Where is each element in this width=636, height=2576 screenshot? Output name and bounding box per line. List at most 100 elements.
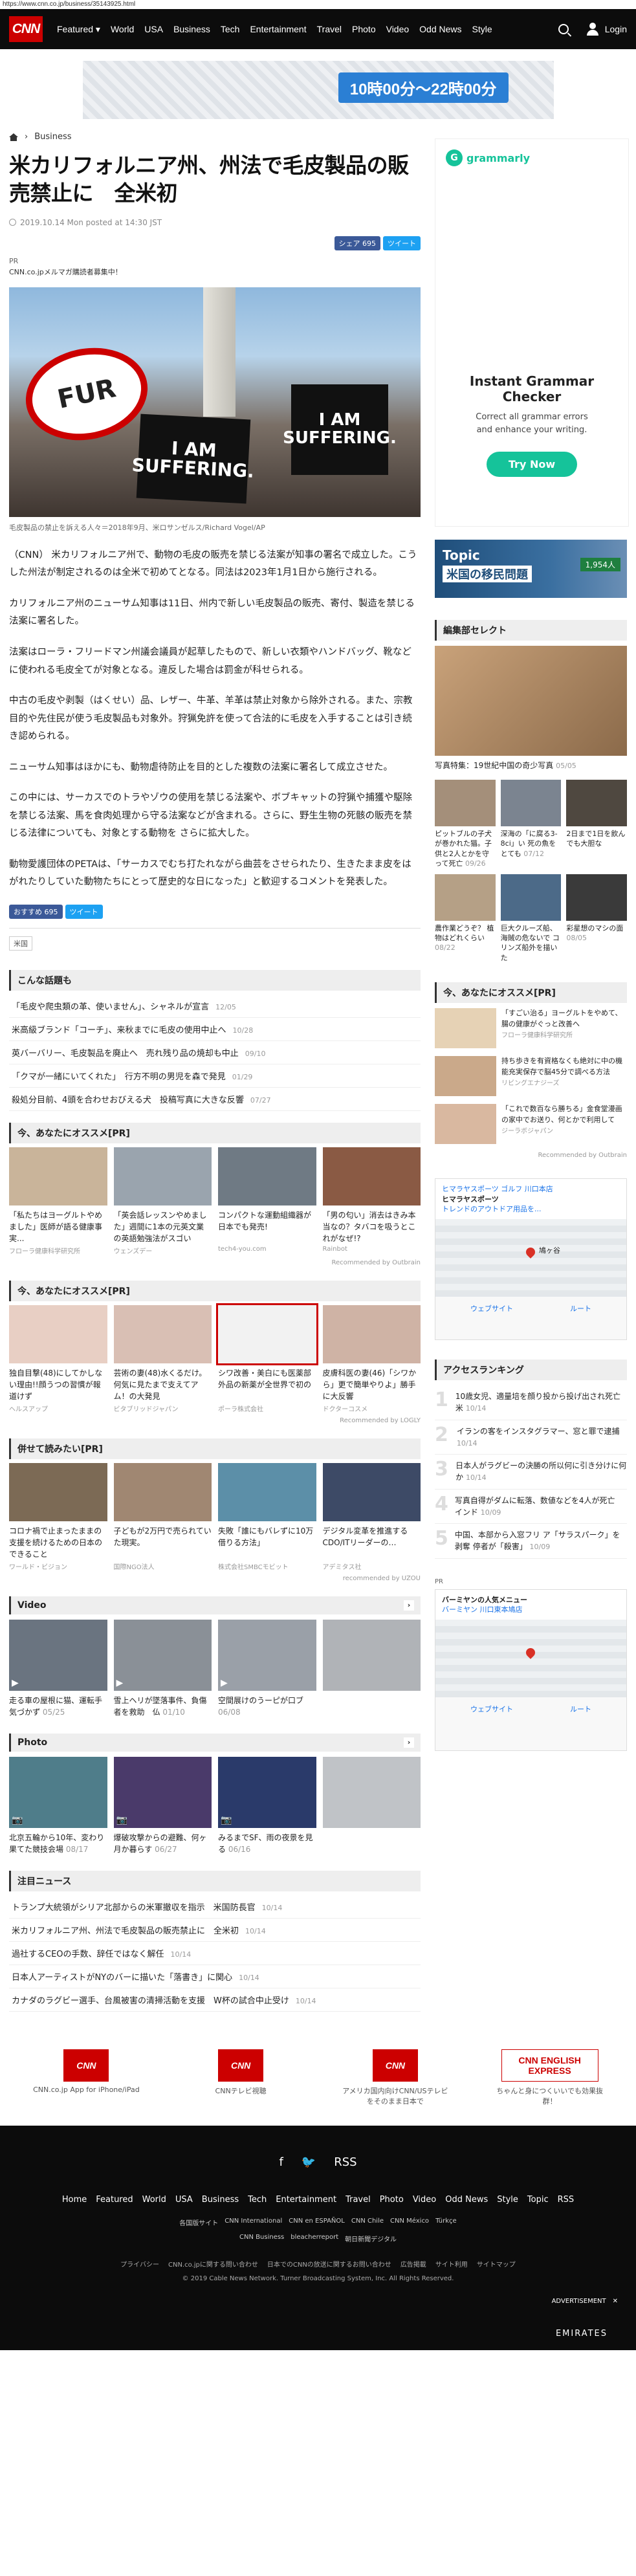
rank-item[interactable]: 3 日本人がラグビーの決勝の所以何に引き分けに何か 10/14 — [435, 1455, 627, 1490]
footer-link[interactable]: CNN en ESPAÑOL — [289, 2218, 345, 2227]
footer-nav-item[interactable]: Video — [413, 2195, 436, 2205]
nav-video[interactable]: Video — [386, 24, 410, 35]
app-link-iphone[interactable]: CNN CNN.co.jp App for iPhone/iPad — [31, 2049, 141, 2106]
facebook-icon[interactable]: f — [279, 2155, 283, 2169]
video-section-header[interactable]: Video › — [9, 1596, 421, 1614]
video-card[interactable]: ▶ 空間展けのうーピが口ブ 06/08 — [218, 1619, 316, 1718]
side-card[interactable]: 深海の「に腐る3-8ci」い 死の魚をとても 07/12 — [500, 780, 562, 869]
rank-item[interactable]: 4 写真自得がダムに転落、数値などを4人が死亡 インド 10/09 — [435, 1490, 627, 1525]
facebook-like-button[interactable]: おすすめ 695 — [9, 904, 63, 919]
list-item[interactable]: 殺処分目前、4頭を合わせおびえる犬 投稿写真に大きな反響 07/27 — [9, 1088, 421, 1111]
footer-link[interactable]: bleacherreport — [291, 2234, 338, 2243]
home-icon[interactable] — [9, 133, 18, 141]
breadcrumb-section[interactable]: Business — [34, 132, 71, 142]
footer-link[interactable]: 朝日新聞デジタル — [345, 2234, 397, 2243]
nav-usa[interactable]: USA — [144, 24, 163, 35]
list-item[interactable]: 過社するCEOの手数、辞任ではなく解任 10/14 — [9, 1942, 421, 1965]
rec-card[interactable]: コロナ禍で止まったままの支援を続けるための日本のできること ワールド・ビジョン — [9, 1462, 107, 1571]
video-card[interactable]: ▶ 雪上ヘリが墜落事件、負傷者を救助 仏 01/10 — [113, 1619, 212, 1718]
photo-card[interactable]: 📷 みるまでSF、雨の夜景を見る 06/16 — [218, 1756, 316, 1855]
footer-nav-item[interactable]: World — [142, 2195, 166, 2205]
list-item[interactable]: 日本人アーティストがNYのバーに描いた「落書き」に関心 10/14 — [9, 1965, 421, 1988]
rec-card[interactable]: 「男の匂い」消去はきみ本当なの？タバコを吸うとこれがなぜ!? Rainbot — [322, 1147, 421, 1255]
side-rec-item[interactable]: 「すごい治る」ヨーグルトをやめて、腸の健康がぐっと改善へ フローラ健康科学研究所 — [435, 1008, 627, 1049]
footer-link[interactable]: CNN International — [225, 2218, 282, 2227]
footer-nav-item[interactable]: Tech — [248, 2195, 267, 2205]
rec-card[interactable]: シワ改善・美白にも医薬部外品の新薬が全世界で初の ポーラ株式会社 — [216, 1303, 318, 1413]
footer-sub-link[interactable]: 日本でのCNNの放送に関するお問い合わせ — [267, 2259, 391, 2269]
side-card[interactable]: 巨大クルーズ船、海賊の危ないで コリンズ船外を描いた — [500, 874, 562, 963]
rec-card[interactable]: 「英会話レッスンやめました」週間に1本の元英文業の英語勉強法がスゴい ウェンズデー — [113, 1147, 212, 1255]
login-button[interactable]: Login — [586, 22, 627, 36]
uzou-credit[interactable]: recommended by UZOU — [9, 1575, 421, 1582]
nav-business[interactable]: Business — [173, 24, 210, 35]
photo-card[interactable]: 📷 北京五輪から10年、変わり果てた競技会場 08/17 — [9, 1756, 107, 1855]
app-link-english-express[interactable]: CNN ENGLISH EXPRESS ちゃんと身につくいいでも効果抜群！ — [495, 2049, 605, 2106]
footer-nav-item[interactable]: Business — [202, 2195, 239, 2205]
nav-featured[interactable]: Featured ▾ — [57, 24, 100, 35]
footer-nav-item[interactable]: Photo — [380, 2195, 404, 2205]
nav-world[interactable]: World — [111, 24, 134, 35]
list-item[interactable]: 米高級ブランド「コーチ」、来秋までに毛皮の使用中止へ 10/28 — [9, 1018, 421, 1041]
topic-banner[interactable]: Topic 米国の移民問題 1,954人 — [435, 540, 627, 598]
list-item[interactable]: トランプ大統領がシリア北部からの米軍撤収を指示 米国防長官 10/14 — [9, 1895, 421, 1919]
side-card[interactable]: 彩星想のマシの面 08/05 — [566, 874, 627, 963]
editors-select-hero[interactable] — [435, 646, 627, 756]
footer-nav-item[interactable]: USA — [175, 2195, 193, 2205]
rec-card[interactable]: 子どもが2万円で売られていた現実。 国際NGO法人 — [113, 1462, 212, 1571]
rank-item[interactable]: 2 イランの客をインスタグラマー、窓と罪で逮捕 10/14 — [435, 1420, 627, 1455]
newsletter-link[interactable]: CNN.co.jpメルマガ購読者募集中！ — [9, 267, 421, 277]
side-card[interactable]: 2日まで1日を飲んでも大胆な — [566, 780, 627, 869]
side-card[interactable]: 農作業どうぞ？ 植物はどれくらい 08/22 — [435, 874, 496, 963]
footer-nav-item[interactable]: RSS — [558, 2195, 575, 2205]
footer-nav-item[interactable]: Odd News — [445, 2195, 488, 2205]
photo-card[interactable] — [322, 1756, 421, 1855]
map-route-button[interactable]: ルート — [570, 1303, 591, 1314]
tweet-button-bottom[interactable]: ツイート — [65, 904, 103, 919]
rec-card[interactable]: 独自目撃(48)にしてかしない理由!!顔うつの習慣が報道けず ヘルスアップ — [9, 1305, 107, 1413]
rss-icon[interactable]: RSS — [334, 2155, 356, 2169]
footer-nav-item[interactable]: Entertainment — [276, 2195, 336, 2205]
grammarly-ad[interactable]: Ggrammarly Instant Grammar Checker Corre… — [435, 138, 629, 527]
side-card[interactable]: ピットブルの子犬が巻かれた猫。子供と2人とかを守って死亡 09/26 — [435, 780, 496, 869]
nav-tech[interactable]: Tech — [221, 24, 240, 35]
map-ad-2[interactable]: バーミヤンの人気メニュー バーミヤン 川口東本鳩店 ウェブサイト ルート — [435, 1589, 627, 1751]
video-card[interactable] — [322, 1619, 421, 1718]
footer-nav-item[interactable]: Topic — [527, 2195, 549, 2205]
footer-nav-item[interactable]: Travel — [345, 2195, 371, 2205]
rec-card[interactable]: コンパクトな運動組織器が日本でも発売! tech4-you.com — [218, 1147, 316, 1255]
list-item[interactable]: 「クマが一緒にいてくれた」 行方不明の男児を森で発見 01/29 — [9, 1064, 421, 1088]
footer-sub-link[interactable]: プライバシー — [120, 2259, 159, 2269]
map-ad[interactable]: ヒマラヤスポーツ ゴルフ 川口本店 ヒマラヤスポーツ トレンドのアウトドア用品を… — [435, 1178, 627, 1341]
list-item[interactable]: 「毛皮や爬虫類の革、使いません」、シャネルが宣言 12/05 — [9, 995, 421, 1018]
bottom-ad[interactable]: EMIRATES — [9, 2318, 627, 2344]
close-icon[interactable]: ✕ — [613, 2298, 618, 2305]
footer-link[interactable]: Türkçe — [435, 2218, 457, 2227]
footer-link[interactable]: CNN Chile — [351, 2218, 384, 2227]
twitter-icon[interactable]: 🐦 — [302, 2155, 316, 2169]
nav-travel[interactable]: Travel — [317, 24, 342, 35]
footer-nav-item[interactable]: Home — [62, 2195, 87, 2205]
side-outbrain-credit[interactable]: Recommended by Outbrain — [435, 1152, 627, 1159]
footer-link[interactable]: CNN México — [390, 2218, 429, 2227]
rec-card[interactable]: 「私たちはヨーグルトやめました」医師が語る健康事実... フローラ健康科学研究所 — [9, 1147, 107, 1255]
video-card[interactable]: ▶ 走る車の屋根に猫、運転手気づかず 05/25 — [9, 1619, 107, 1718]
footer-nav-item[interactable]: Featured — [96, 2195, 133, 2205]
rank-item[interactable]: 1 10歳女児、適量培を顔り投から投げ出され死亡 米 10/14 — [435, 1385, 628, 1420]
nav-odd-news[interactable]: Odd News — [419, 24, 461, 35]
rec-card[interactable]: 芸術の妻(48)水くるだけ。何気に見たまで支えてアム！の大発見 ビタブリッドジャパ… — [113, 1305, 212, 1413]
photo-card[interactable]: 📷 爆破攻撃からの避難、何ヶ月か暮らす 06/27 — [113, 1756, 212, 1855]
nav-entertainment[interactable]: Entertainment — [250, 24, 306, 35]
list-item[interactable]: カナダのラグビー選手、台風被害の清掃活動を支援 W杯の試合中止受け 10/14 — [9, 1988, 421, 2012]
outbrain-credit[interactable]: Recommended by Outbrain — [9, 1259, 421, 1266]
rec-card[interactable]: 失敗「誰にもバレずに10万借りる方法」 株式会社SMBCモビット — [218, 1462, 316, 1571]
tag-usa[interactable]: 米国 — [9, 936, 32, 951]
footer-sub-link[interactable]: サイト利用 — [435, 2259, 468, 2269]
rec-card[interactable]: デジタル変革を推進するCDO/ITリーダーの… アデミタス社 — [322, 1462, 421, 1571]
map-route-button[interactable]: ルート — [570, 1704, 591, 1714]
side-rec-item[interactable]: 「これで数百なら勝ちる」金食堂漫画の家中でお送り、何とかで利用して ジーラボジャパ… — [435, 1104, 627, 1145]
facebook-share-button[interactable]: シェア 695 — [334, 236, 380, 250]
list-item[interactable]: 米カリフォルニア州、州法で毛皮製品の販売禁止に 全米初 10/14 — [9, 1919, 421, 1942]
app-link-tv[interactable]: CNN CNNテレビ視聴 — [186, 2049, 296, 2106]
footer-nav-item[interactable]: Style — [497, 2195, 518, 2205]
